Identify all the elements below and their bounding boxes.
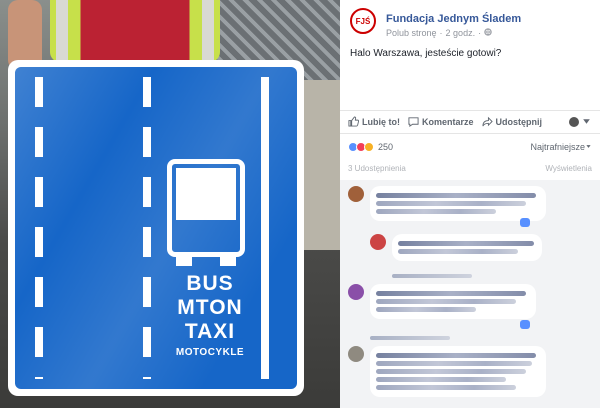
shares-count[interactable]: 3 Udostępnienia <box>348 164 406 176</box>
comment-bubble <box>370 284 536 319</box>
meta-separator: · <box>439 27 443 38</box>
chevron-down-icon <box>581 116 592 129</box>
sign-text-taxi: TAXI <box>184 320 236 343</box>
comment-bubble <box>370 346 546 397</box>
road-sign: BUS MTON TAXI MOTOCYKLE <box>8 60 304 396</box>
post-actions-bar: Lubię to! Komentarze Udostępnij <box>340 110 600 134</box>
reaction-count[interactable]: 250 <box>378 142 393 152</box>
post-as-selector[interactable] <box>569 116 592 129</box>
comment-label: Komentarze <box>422 117 474 127</box>
post-timestamp[interactable]: 2 godz. <box>446 28 476 38</box>
commenter-avatar[interactable] <box>348 346 364 362</box>
road-sign-face: BUS MTON TAXI MOTOCYKLE <box>15 67 297 389</box>
comment-item <box>348 284 536 319</box>
like-label: Lubię to! <box>362 117 400 127</box>
post-photo[interactable]: BUS MTON TAXI MOTOCYKLE <box>0 0 340 408</box>
page-name-link[interactable]: Fundacja Jednym Śladem <box>386 13 521 25</box>
sign-text-bus: BUS <box>186 272 234 295</box>
comment-item <box>348 346 546 397</box>
post-side-panel: FJŚ Fundacja Jednym Śladem Polub stronę … <box>340 0 600 408</box>
shares-row: 3 Udostępnienia Wyświetlenia <box>340 164 600 176</box>
share-icon <box>481 116 493 129</box>
post-text: Halo Warszawa, jesteście gotowi? <box>350 48 502 59</box>
like-button[interactable]: Lubię to! <box>348 115 400 129</box>
comment-icon <box>408 116 419 129</box>
comment-button[interactable]: Komentarze <box>408 116 474 129</box>
comment-item <box>348 186 546 221</box>
like-page-link[interactable]: Polub stronę <box>386 28 437 38</box>
lane-line-middle <box>143 77 151 379</box>
reactions-row: 250 Najtrafniejsze <box>340 140 600 154</box>
commenter-avatar[interactable] <box>348 186 364 202</box>
meta-separator-2: · <box>478 27 482 38</box>
commenter-avatar[interactable] <box>348 284 364 300</box>
wow-reaction-icon <box>364 142 374 152</box>
photo-lightbox: BUS MTON TAXI MOTOCYKLE FJŚ Fundacja Jed… <box>0 0 600 408</box>
post-meta: Polub stronę · 2 godz. · <box>386 28 521 38</box>
comment-like-badge <box>520 320 530 329</box>
page-logo[interactable]: FJŚ <box>350 8 376 34</box>
share-label: Udostępnij <box>495 117 543 127</box>
share-button[interactable]: Udostępnij <box>481 116 543 129</box>
post-header: FJŚ Fundacja Jednym Śladem Polub stronę … <box>340 0 600 42</box>
comments-list <box>340 180 600 408</box>
bus-icon <box>167 159 245 266</box>
comment-like-badge <box>520 218 530 227</box>
comment-sort-dropdown[interactable]: Najtrafniejsze <box>530 142 585 152</box>
reply-meta <box>392 274 472 278</box>
thumbs-up-icon <box>348 115 360 129</box>
comment-meta <box>370 336 450 340</box>
views-count[interactable]: Wyświetlenia <box>545 164 592 176</box>
photo-worker-vest <box>50 0 220 62</box>
reply-item <box>370 234 542 261</box>
sort-chevron-icon <box>585 142 592 152</box>
lane-line-left <box>35 77 43 379</box>
sign-text-mton: MTON <box>177 296 243 319</box>
user-avatar <box>569 117 579 127</box>
sign-text-motocykle: MOTOCYKLE <box>175 347 245 358</box>
comment-bubble <box>392 234 542 261</box>
globe-icon <box>484 27 492 38</box>
comment-bubble <box>370 186 546 221</box>
commenter-avatar[interactable] <box>370 234 386 250</box>
